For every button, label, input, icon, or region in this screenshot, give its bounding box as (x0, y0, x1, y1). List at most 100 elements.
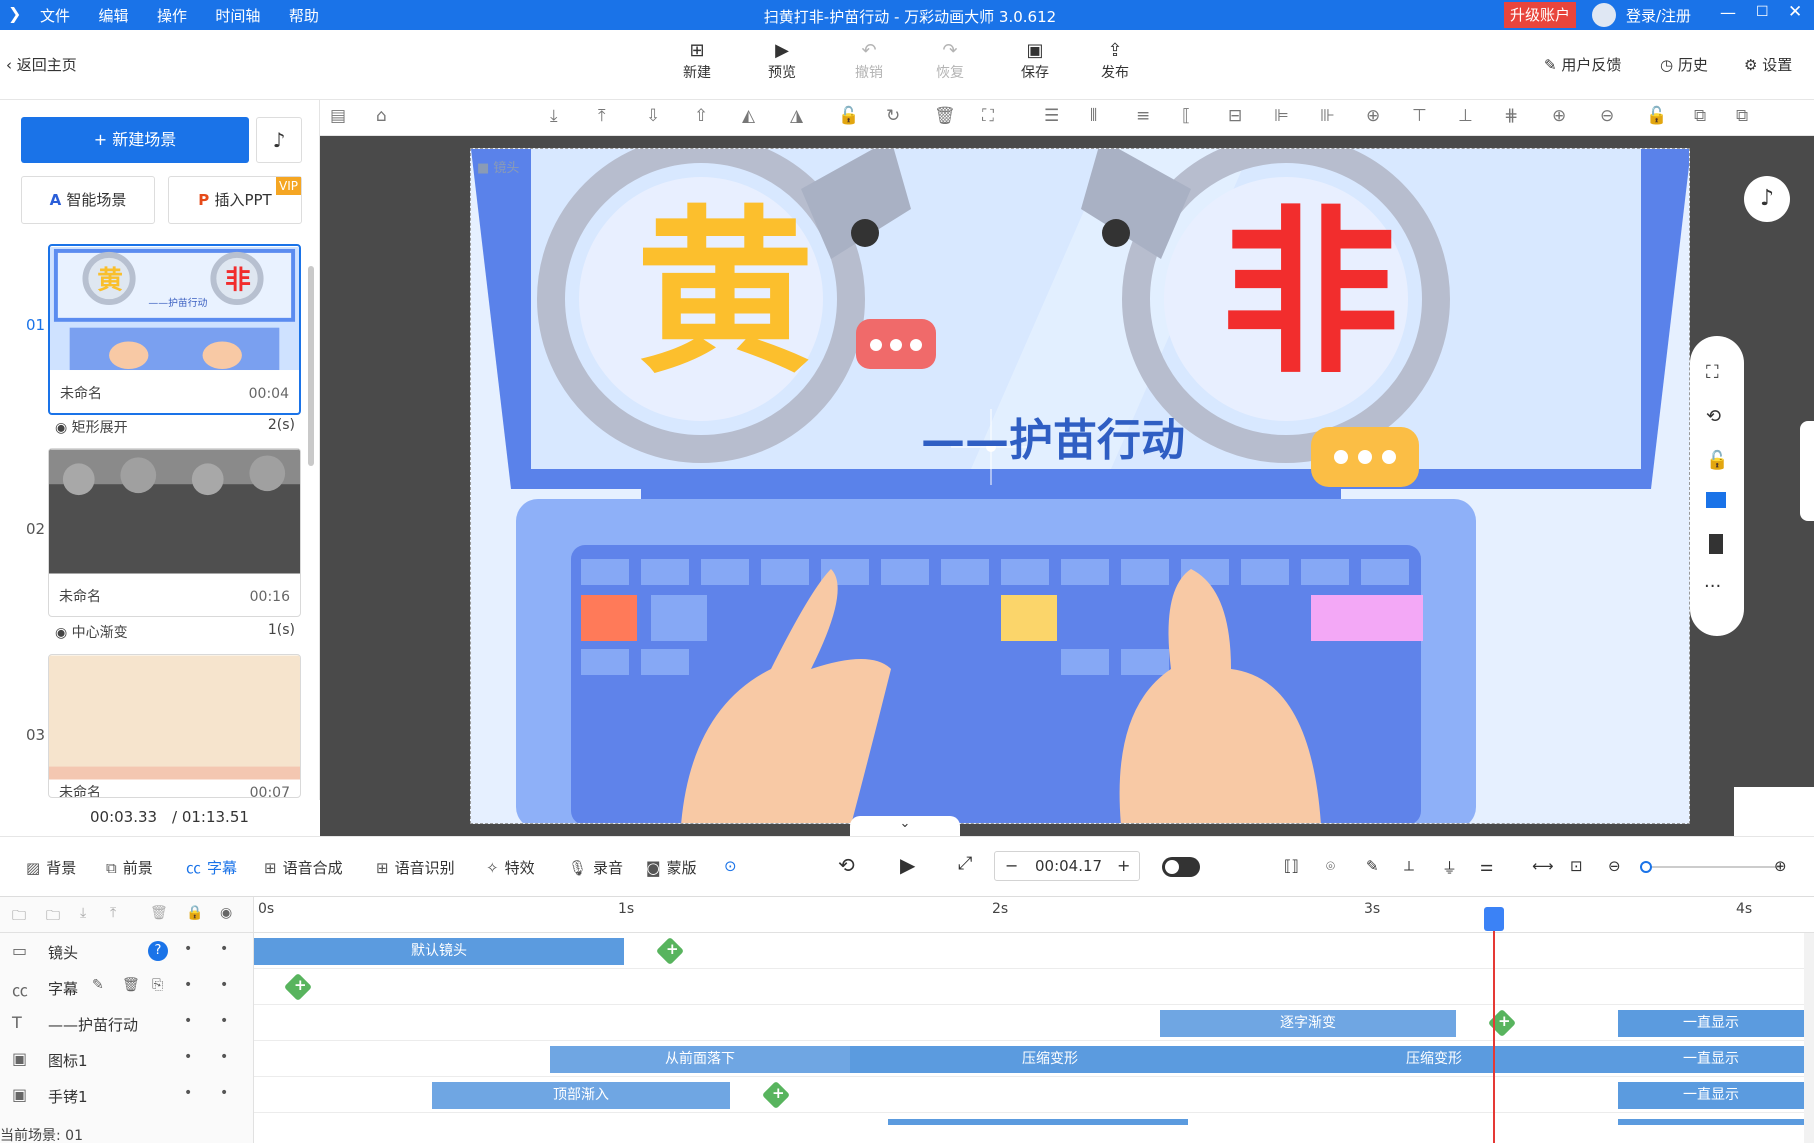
track-handcuff1[interactable]: ▣手铐1•• 顶部渐入 一直显示 (0, 1077, 1814, 1113)
align-middle-icon[interactable]: ⋕ (1504, 106, 1518, 126)
foreground-tool[interactable]: ⧉ 前景 (106, 857, 153, 878)
playhead-handle[interactable] (1484, 907, 1504, 931)
stage[interactable]: 黄 非 ——护苗行动 ■ 镜头 (470, 148, 1690, 824)
segment-top-fade[interactable]: 顶部渐入 (432, 1082, 730, 1109)
insert-ppt-button[interactable]: P 插入PPT VIP (168, 176, 302, 224)
edit-icon[interactable]: ✎ (1366, 857, 1379, 875)
track-text[interactable]: T——护苗行动•• 逐字渐变 一直显示 (0, 1005, 1814, 1041)
add-keyframe-icon[interactable] (655, 936, 685, 966)
segment-compress[interactable]: 压缩变形 (850, 1046, 1250, 1073)
menu-operate[interactable]: 操作 (157, 5, 187, 26)
time-value[interactable]: 00:04.17 (1035, 857, 1102, 875)
distribute-h-icon[interactable]: ⟦ (1182, 106, 1190, 126)
segment-default-camera[interactable]: 默认镜头 (254, 938, 624, 965)
redo-button[interactable]: ↷ 恢复 (920, 40, 980, 82)
import-icon[interactable]: ⎘ (152, 977, 163, 993)
zoom-out-icon[interactable]: ⊖ (1608, 857, 1621, 875)
move-down-icon[interactable]: ⤓ (80, 905, 86, 921)
panel-collapse-handle[interactable] (1800, 421, 1814, 521)
layout-thumbnail-icon[interactable] (1734, 787, 1814, 836)
align-top-edge-icon[interactable]: ⊤ (1412, 106, 1427, 126)
align-left-icon[interactable]: ⊫ (1274, 106, 1289, 126)
landscape-icon[interactable] (1706, 492, 1726, 508)
decrement-icon[interactable]: − (1005, 856, 1018, 875)
scene-thumb-03[interactable]: 未命名 00:07 (48, 654, 301, 798)
delete-icon[interactable]: 🗑 (122, 977, 140, 993)
track-icon1[interactable]: ▣ 图标1 • • 从前面落下 压缩变形 压缩变形 一直显示 (0, 1041, 1814, 1077)
segment-fall-front[interactable]: 从前面落下 (550, 1046, 850, 1073)
segment-always-show[interactable]: 一直显示 (1618, 1082, 1804, 1109)
maximize-icon[interactable]: ☐ (1756, 4, 1769, 20)
zoom-in-icon[interactable]: ⊕ (1552, 106, 1566, 126)
close-icon[interactable]: ✕ (1788, 2, 1802, 22)
undo-button[interactable]: ↶ 撤销 (839, 40, 899, 82)
rotate-canvas-icon[interactable]: ⟲ (1706, 406, 1721, 427)
fei-character[interactable]: 非 (1221, 204, 1399, 384)
split-icon[interactable]: ⟂ (1404, 857, 1414, 875)
subtitle-tool[interactable]: ㏄字幕 (186, 857, 237, 878)
expand-icon[interactable]: ⤢ (958, 853, 972, 874)
menu-help[interactable]: 帮助 (289, 5, 319, 26)
minimize-icon[interactable]: — (1720, 3, 1736, 22)
timeline-segment[interactable] (888, 1119, 1188, 1125)
distribute-v-icon[interactable]: ⊟ (1228, 106, 1242, 126)
screenshot-icon[interactable]: ⛶ (1706, 362, 1719, 383)
add-keyframe-icon[interactable] (283, 972, 313, 1002)
new-scene-button[interactable]: + 新建场景 (21, 117, 249, 163)
paste-icon[interactable]: ⧉ (1736, 106, 1748, 126)
subtitle-text[interactable]: ——护苗行动 (921, 404, 1185, 468)
unlock-icon[interactable]: 🔓 (1646, 106, 1667, 126)
help-icon[interactable]: ? (148, 941, 168, 961)
eye-icon[interactable]: ◉ (220, 905, 232, 921)
lock-icon[interactable]: 🔒 (186, 905, 203, 921)
feedback-link[interactable]: ✎ 用户反馈 (1544, 54, 1621, 75)
speech-recognition-tool[interactable]: ⊞ 语音识别 (376, 857, 455, 878)
copy-icon[interactable]: ⧉ (1694, 106, 1706, 126)
preview-button[interactable]: ▶ 预览 (752, 40, 812, 82)
music-note-icon[interactable]: ♪ (1744, 176, 1790, 222)
home-icon[interactable]: ⌂ (376, 106, 387, 126)
segment-always-show[interactable]: 一直显示 (1618, 1046, 1804, 1073)
move-up-icon[interactable]: ⤒ (110, 905, 116, 921)
publish-button[interactable]: ⇪ 发布 (1085, 40, 1145, 82)
playhead-line[interactable] (1493, 931, 1495, 1143)
align-right-icon[interactable]: ⊪ (1320, 106, 1335, 126)
smart-scene-button[interactable]: A 智能场景 (21, 176, 155, 224)
align-center-icon[interactable]: ⊕ (1366, 106, 1380, 126)
mask-tool[interactable]: ◙ 蒙版 (646, 857, 697, 878)
scene-thumb-02[interactable]: 未命名 00:16 (48, 448, 301, 617)
align-bottom-icon[interactable]: ≡ (1136, 106, 1150, 126)
delete-icon[interactable]: 🗑 (150, 905, 168, 921)
lock-icon[interactable]: 🔓 (838, 106, 859, 126)
one-to-one-icon[interactable]: ⊡ (1570, 857, 1583, 875)
lock-canvas-icon[interactable]: 🔓 (1706, 450, 1728, 471)
toggle-switch[interactable] (1162, 857, 1200, 877)
avatar-icon[interactable] (1592, 3, 1616, 27)
chevron-down-icon[interactable]: ⌄ (850, 816, 960, 836)
history-link[interactable]: ◷ 历史 (1660, 54, 1708, 75)
ruler-icon[interactable]: ▤ (330, 106, 346, 126)
replay-icon[interactable]: ⟲ (838, 853, 855, 877)
segment-compress[interactable]: 压缩变形 (1250, 1046, 1618, 1073)
track-subtitle[interactable]: ㏄字幕 ✎ 🗑 ⎘ • • (0, 969, 1814, 1005)
flip-vertical-icon[interactable]: ◮ (790, 106, 803, 126)
record-tool[interactable]: 🎙 录音 (568, 857, 623, 878)
snap-icon[interactable]: ⟦⟧ (1284, 857, 1299, 875)
edit-icon[interactable]: ✎ (92, 977, 104, 993)
timeline-segment[interactable] (1618, 1119, 1804, 1125)
back-home-button[interactable]: ‹ 返回主页 (6, 54, 77, 75)
more-icon[interactable]: ··· (1704, 576, 1721, 597)
folder-icon[interactable]: 🗀 (12, 905, 26, 929)
segment-text-fade[interactable]: 逐字渐变 (1160, 1010, 1456, 1037)
tts-tool[interactable]: ⊞ 语音合成 (264, 857, 343, 878)
align-vcenter-icon[interactable]: ⫴ (1090, 106, 1097, 126)
more-tools-icon[interactable]: ⊙ (724, 857, 737, 875)
music-note-icon[interactable]: ♪ (256, 117, 302, 163)
new-folder-icon[interactable]: 🗀 (46, 905, 60, 929)
track-camera[interactable]: ▭ 镜头? • • 默认镜头 (0, 933, 1814, 969)
transition-item[interactable]: ◉ 中心渐变 1(s) (55, 622, 295, 642)
background-tool[interactable]: ▨ 背景 (26, 857, 76, 878)
zoom-out-icon[interactable]: ⊖ (1600, 106, 1614, 126)
fit-width-icon[interactable]: ⟷ (1532, 857, 1554, 875)
effects-tool[interactable]: ✧ 特效 (486, 857, 535, 878)
